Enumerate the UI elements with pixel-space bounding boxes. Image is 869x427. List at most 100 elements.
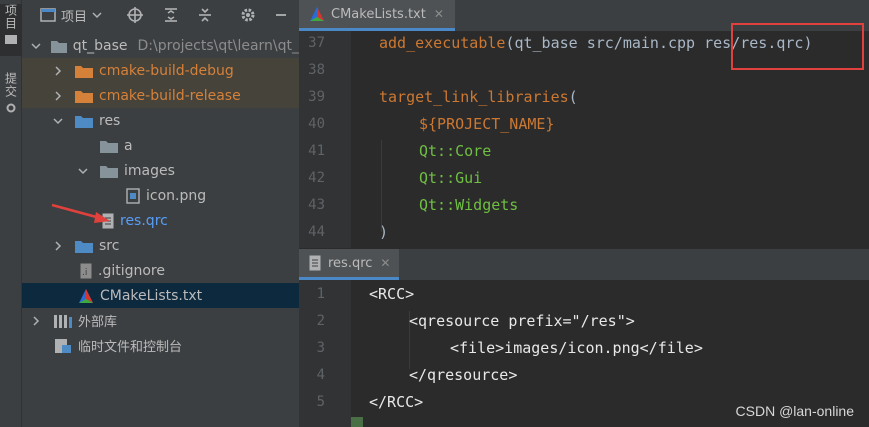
xml-tag: <file>images/icon.png</file> [450,339,703,357]
code-line[interactable]: 3 <file>images/icon.png</file> [299,336,869,363]
project-panel: 项目 qt_base D:\projects\qt\learn\qt_ cmak… [22,0,299,427]
tree-item-label: qt_base [72,37,128,54]
collapse-all-icon[interactable] [196,6,214,24]
code-line[interactable]: 4 </qresource> [299,363,869,390]
tree-item-label: a [124,137,133,154]
gear-icon[interactable] [239,6,257,24]
folder-icon [75,240,93,253]
tree-item-label: src [99,237,120,254]
tool-window-strip: 项目 提交 [0,0,22,427]
commit-icon [6,103,16,113]
excluded-folder-icon [75,65,93,78]
project-tool-tab-label: 项目 [3,4,18,30]
folder-icon [51,40,67,53]
change-marker [351,417,363,427]
tree-item-external-libraries[interactable]: 外部库 [22,308,299,333]
line-number: 39 [308,89,325,105]
tree-item-label: 临时文件和控制台 [78,340,183,355]
watermark: CSDN @lan-online [735,403,854,419]
chevron-down-icon [78,167,88,174]
commit-tool-tab[interactable]: 提交 [0,72,22,124]
tree-item-res[interactable]: res [22,108,299,133]
folder-icon [100,165,118,178]
line-number: 3 [316,340,325,356]
excluded-folder-icon [75,90,93,103]
code-args: (qt_base src/main.cpp [505,34,705,52]
chevron-right-icon [55,65,62,76]
line-number: 43 [308,197,325,213]
code-variable: ${PROJECT_NAME} [419,115,555,133]
expand-all-icon[interactable] [162,6,180,24]
tab-cmakelists[interactable]: CMakeLists.txt ✕ [299,0,455,31]
editor-cmakelists: CMakeLists.txt ✕ 37 add_executable(qt_ba… [299,0,869,248]
line-number: 41 [308,143,325,159]
tree-item-qt-base[interactable]: qt_base D:\projects\qt\learn\qt_ [22,33,299,58]
tab-label: CMakeLists.txt [331,6,426,22]
code-line[interactable]: 43 Qt::Widgets [299,193,869,220]
chevron-down-icon [92,12,102,19]
xml-tag: <RCC> [369,285,415,303]
code-paren: ) [379,223,389,241]
image-file-icon [126,187,140,204]
folder-icon [5,35,17,44]
tree-item-src[interactable]: src [22,233,299,258]
line-number: 42 [308,170,325,186]
tree-item-label: 外部库 [78,315,118,330]
editor-res-qrc: res.qrc ✕ 1 <RCC> 2 <qresource prefix="/… [299,249,869,427]
code-line[interactable]: 2 <qresource prefix="/res"> [299,309,869,336]
scratch-console-icon [55,338,71,353]
chevron-right-icon [55,90,62,101]
tree-item-label: CMakeLists.txt [100,287,203,304]
tree-item-path: D:\projects\qt\learn\qt_ [137,37,299,54]
tree-item-label: cmake-build-debug [99,62,234,79]
line-number: 38 [308,62,325,78]
project-window-icon [40,8,56,22]
tree-item-cmake-build-release[interactable]: cmake-build-release [22,83,299,108]
locate-icon[interactable] [126,6,144,24]
code-line[interactable]: 44 ) [299,220,869,247]
code-line[interactable]: 42 Qt::Gui [299,166,869,193]
line-number: 40 [308,116,325,132]
svg-text:.i: .i [82,268,87,278]
project-toolbar: 项目 [22,0,299,30]
tree-item-label: res [99,112,121,129]
annotation-arrow-icon [51,203,110,223]
tree-item-gitignore[interactable]: .i .gitignore [22,258,299,283]
line-number: 37 [308,35,325,51]
tree-item-label: .gitignore [98,262,165,279]
highlight-box [731,23,864,70]
line-number: 5 [316,394,325,410]
close-icon[interactable]: ✕ [434,7,444,21]
tree-item-cmakelists[interactable]: CMakeLists.txt [22,283,299,308]
close-icon[interactable]: ✕ [380,256,390,270]
code-line[interactable]: 41 Qt::Core [299,139,869,166]
tree-item-a[interactable]: a [22,133,299,158]
project-view-selector[interactable]: 项目 [40,6,102,25]
commit-tool-tab-label: 提交 [3,72,18,98]
code-line[interactable]: 1 <RCC> [299,282,869,309]
tree-item-label: images [124,162,175,179]
library-icon [54,314,72,328]
line-number: 2 [316,313,325,329]
line-number: 1 [316,286,325,302]
hide-icon[interactable] [272,6,290,24]
folder-icon [100,140,118,153]
folder-icon [75,115,93,128]
tree-item-images[interactable]: images [22,158,299,183]
code-line[interactable]: 39 target_link_libraries( [299,85,869,112]
tree-item-label: icon.png [146,187,207,204]
project-tool-tab[interactable]: 项目 [0,4,22,56]
chevron-right-icon [33,315,40,326]
text-file-icon [309,255,321,271]
tree-item-scratches[interactable]: 临时文件和控制台 [22,333,299,358]
code-paren: ( [568,88,578,106]
code-line[interactable]: 40 ${PROJECT_NAME} [299,112,869,139]
code-target: Qt::Gui [419,169,483,187]
tree-item-cmake-build-debug[interactable]: cmake-build-debug [22,58,299,83]
line-number: 4 [316,367,325,383]
xml-tag: </RCC> [369,393,424,411]
line-number: 44 [308,224,325,240]
chevron-down-icon [31,42,41,49]
tab-res-qrc[interactable]: res.qrc ✕ [299,249,399,280]
tree-item-label: res.qrc [120,212,168,229]
